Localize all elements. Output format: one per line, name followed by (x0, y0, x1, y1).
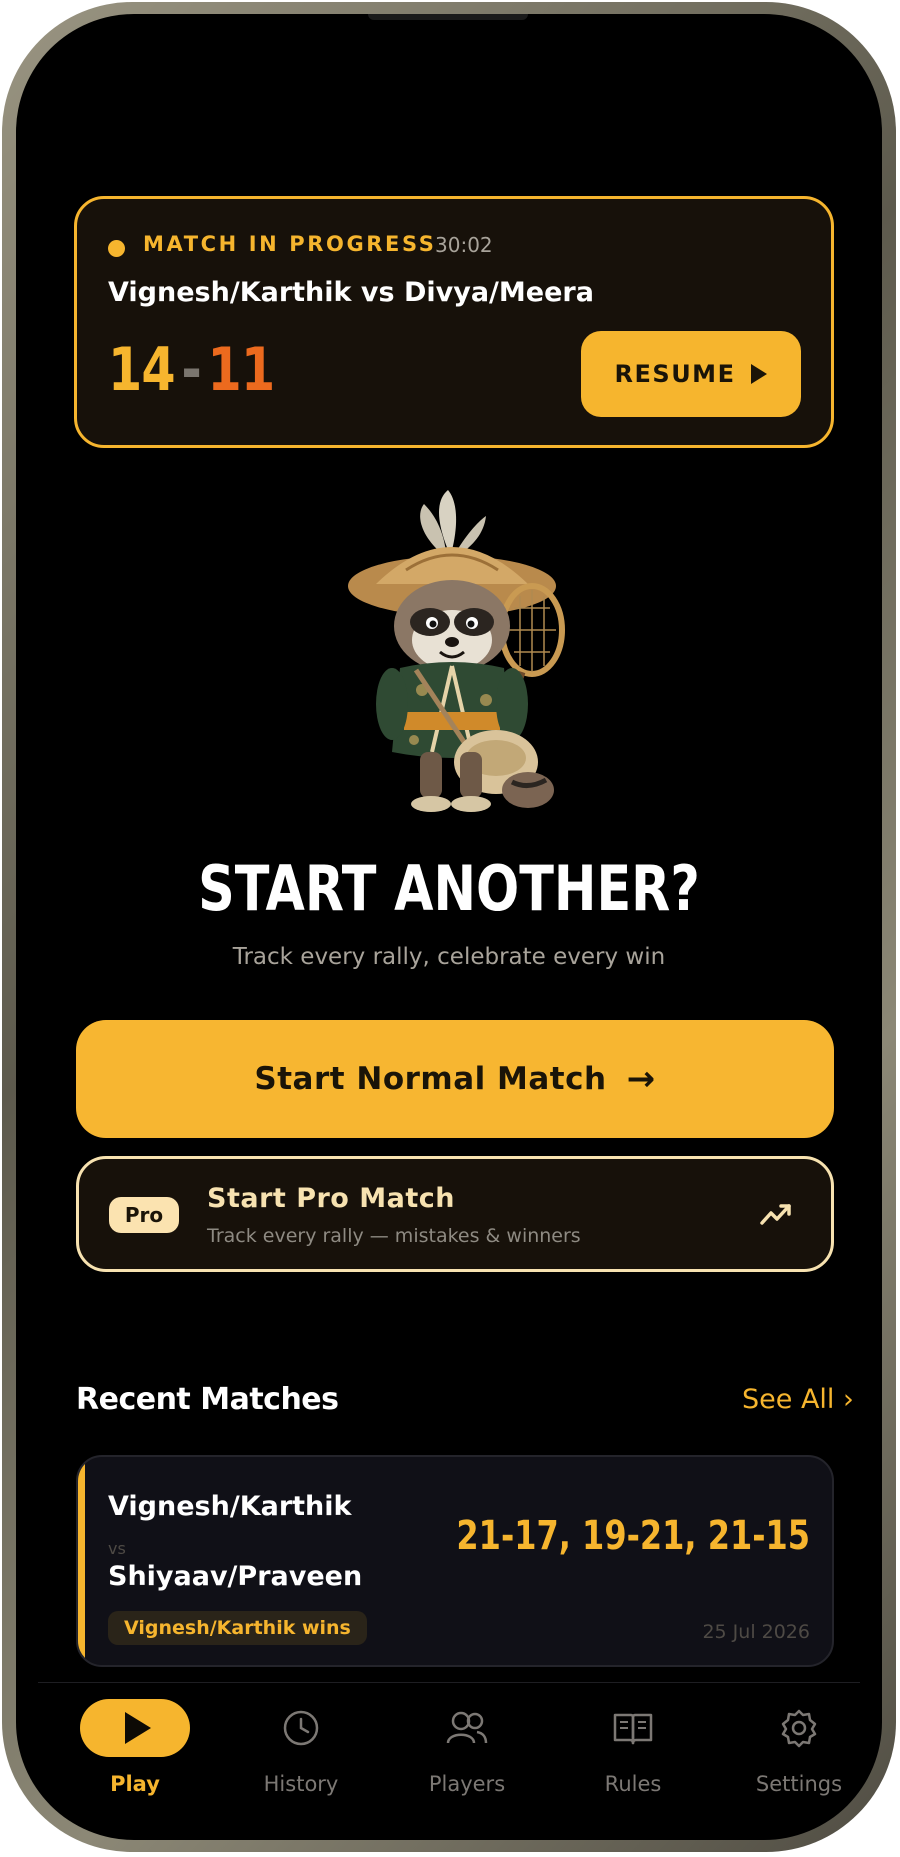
play-icon (80, 1699, 190, 1757)
match-timer: 30:02 (435, 233, 493, 257)
match-in-progress-card[interactable]: MATCH IN PROGRESS 30:02 Vignesh/Karthik … (74, 196, 834, 448)
nav-tab-play[interactable]: Play (70, 1698, 200, 1796)
winner-accent-bar (78, 1457, 85, 1665)
recent-match-card[interactable]: Vignesh/Karthik vs Shiyaav/Praveen Vigne… (76, 1455, 834, 1667)
play-arrow-icon (751, 364, 768, 384)
current-score: 14-11 (108, 335, 276, 405)
nav-label-rules: Rules (604, 1772, 662, 1796)
start-pro-match-label: Start Pro Match (207, 1183, 455, 1214)
score-team-a: 14 (108, 335, 176, 405)
set-scores: 21-17, 19-21, 21-15 (456, 1513, 810, 1559)
live-indicator-dot (108, 240, 125, 257)
nav-label-players: Players (428, 1772, 506, 1796)
raccoon-mascot-icon (348, 490, 565, 812)
score-team-b: 11 (207, 335, 276, 405)
book-icon (568, 1698, 698, 1758)
winner-badge: Vignesh/Karthik wins (108, 1611, 367, 1645)
team-a-name: Vignesh/Karthik (108, 1491, 352, 1522)
nav-label-history: History (263, 1772, 339, 1796)
nav-tab-rules[interactable]: Rules (568, 1698, 698, 1796)
start-pro-match-button[interactable]: Pro Start Pro Match Track every rally — … (76, 1156, 834, 1272)
app-screen: MATCH IN PROGRESS 30:02 Vignesh/Karthik … (16, 14, 882, 1840)
gear-icon (734, 1698, 864, 1758)
pro-badge: Pro (109, 1197, 179, 1233)
score-separator: - (181, 335, 201, 405)
trending-up-icon (760, 1204, 791, 1225)
resume-button[interactable]: RESUME (581, 331, 801, 417)
arrow-right-icon: → (626, 1059, 656, 1099)
play-icon-wrapper (70, 1698, 200, 1758)
nav-tab-players[interactable]: Players (402, 1698, 532, 1796)
top-notch (368, 14, 528, 20)
match-status-label: MATCH IN PROGRESS (143, 232, 437, 256)
start-normal-match-button[interactable]: Start Normal Match → (76, 1020, 834, 1138)
nav-label-settings: Settings (755, 1772, 843, 1796)
vs-label: vs (108, 1539, 126, 1558)
users-icon (402, 1698, 532, 1758)
start-normal-match-label: Start Normal Match (254, 1061, 607, 1097)
nav-tab-history[interactable]: History (236, 1698, 366, 1796)
recent-matches-heading: Recent Matches (76, 1382, 339, 1417)
resume-button-label: RESUME (614, 360, 736, 388)
match-date: 25 Jul 2026 (702, 1621, 810, 1643)
nav-tab-settings[interactable]: Settings (734, 1698, 864, 1796)
phone-frame: MATCH IN PROGRESS 30:02 Vignesh/Karthik … (2, 2, 896, 1852)
start-pro-match-subtitle: Track every rally — mistakes & winners (207, 1225, 581, 1247)
clock-icon (236, 1698, 366, 1758)
bottom-nav-divider (38, 1682, 860, 1683)
start-another-heading: START ANOTHER? (198, 852, 700, 925)
team-b-name: Shiyaav/Praveen (108, 1561, 363, 1592)
start-another-subtitle: Track every rally, celebrate every win (232, 944, 666, 970)
nav-label-play: Play (110, 1772, 160, 1796)
current-match-title: Vignesh/Karthik vs Divya/Meera (108, 277, 594, 308)
see-all-link[interactable]: See All › (742, 1384, 854, 1415)
